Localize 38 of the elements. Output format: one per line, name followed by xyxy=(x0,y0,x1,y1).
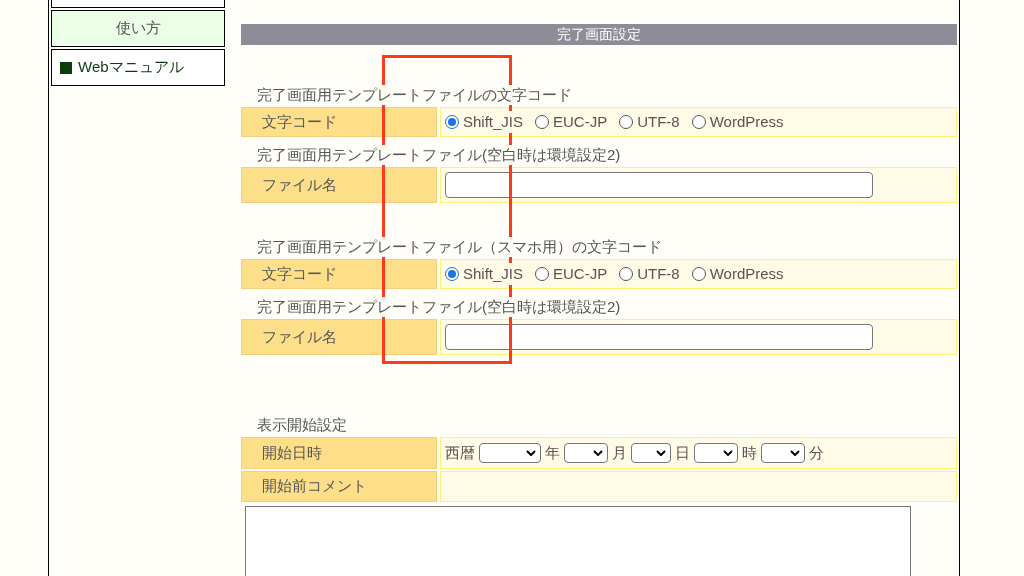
comment-field[interactable] xyxy=(245,506,911,576)
filename-field[interactable] xyxy=(445,172,873,198)
field-label: ファイル名 xyxy=(241,319,437,355)
section-caption: 完了画面用テンプレートファイル(空白時は環境設定2) xyxy=(257,145,621,165)
dropdown[interactable] xyxy=(631,443,671,463)
radio-button[interactable] xyxy=(535,115,550,129)
panel-title: 完了画面設定 xyxy=(241,24,957,45)
section-caption: 完了画面用テンプレートファイルの文字コード xyxy=(257,85,572,105)
chevron-icon xyxy=(723,450,733,456)
radio-button[interactable] xyxy=(619,267,634,281)
unit-label: 年 xyxy=(545,442,560,463)
dropdown[interactable] xyxy=(761,443,805,463)
radio-button[interactable] xyxy=(691,267,706,281)
section-caption: 表示開始設定 xyxy=(257,415,347,435)
field-label: 開始日時 xyxy=(241,437,437,469)
dropdown[interactable] xyxy=(694,443,738,463)
field-label: ファイル名 xyxy=(241,167,437,203)
chevron-icon xyxy=(790,450,800,456)
section-caption: 完了画面用テンプレートファイル（スマホ用）の文字コード xyxy=(257,237,662,257)
radio-button[interactable] xyxy=(619,115,634,129)
bullet-icon xyxy=(60,61,72,74)
dropdown[interactable] xyxy=(564,443,608,463)
era-label: 西暦 xyxy=(445,442,475,463)
chevron-icon xyxy=(593,450,603,456)
field-label: 開始前コメント xyxy=(241,471,437,502)
chevron-icon xyxy=(526,450,536,456)
field-label: 文字コード xyxy=(241,259,437,289)
unit-label: 分 xyxy=(809,442,824,463)
unit-label: 月 xyxy=(612,442,627,463)
unit-label: 時 xyxy=(742,442,757,463)
sidebar-heading: 使い方 xyxy=(51,10,225,47)
field-label: 文字コード xyxy=(241,107,437,137)
filename-field[interactable] xyxy=(445,324,873,350)
unit-label: 日 xyxy=(675,442,690,463)
radio-button[interactable] xyxy=(691,115,706,129)
chevron-icon xyxy=(656,450,666,456)
radio-button[interactable] xyxy=(535,267,550,281)
section-caption: 完了画面用テンプレートファイル(空白時は環境設定2) xyxy=(257,297,621,317)
